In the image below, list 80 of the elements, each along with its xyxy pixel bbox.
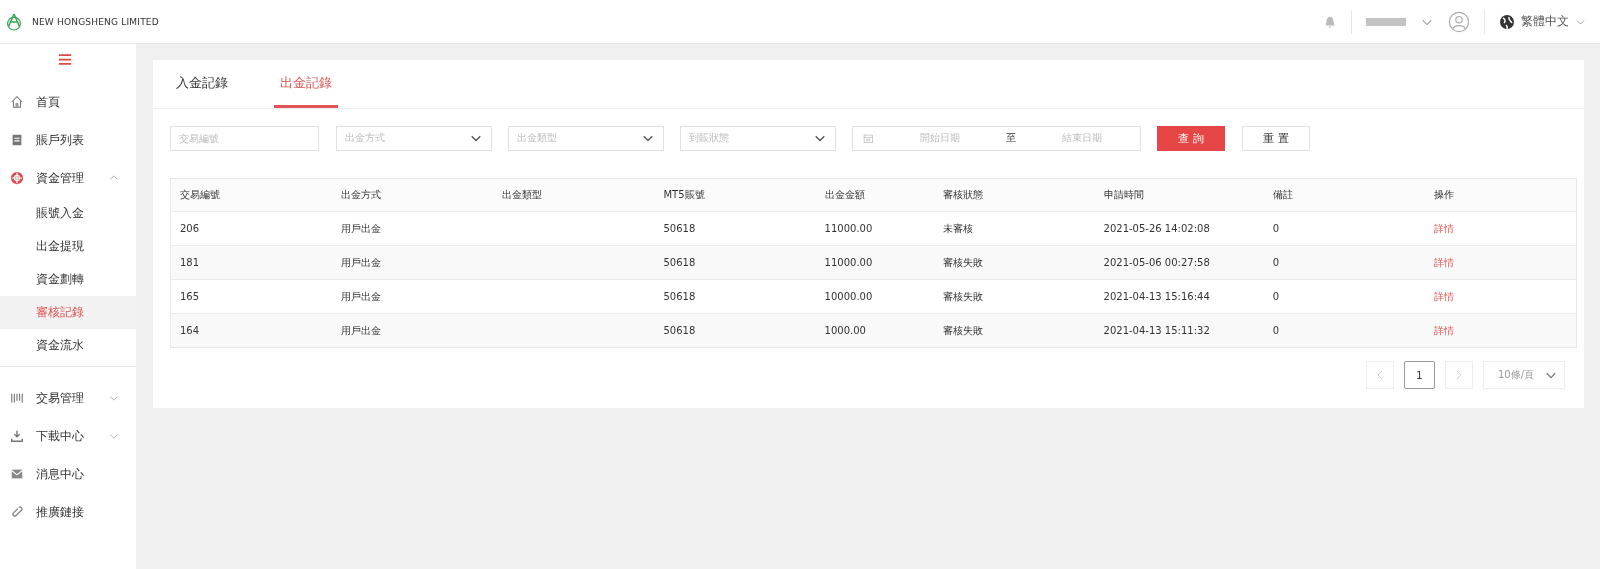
table-cell-text: 11000.00 (823, 257, 873, 268)
column-header: 審核狀態 (942, 188, 984, 202)
logo-icon (6, 11, 22, 32)
tab[interactable]: 入金記錄 (170, 60, 234, 108)
sidebar-item[interactable]: 首頁 (0, 83, 136, 121)
page-size-value: 10條/頁 (1498, 368, 1535, 382)
table-cell-text: 用戶出金 (340, 255, 382, 270)
blurred-username (1366, 15, 1406, 28)
column-header: 交易編號 (179, 188, 220, 202)
page-button[interactable]: 1 (1404, 361, 1435, 389)
bell-icon[interactable] (1323, 14, 1337, 29)
details-link[interactable]: 詳情 (1433, 324, 1454, 336)
table-cell-text: 164 (179, 325, 200, 336)
column-header: 備註 (1271, 188, 1293, 202)
details-link[interactable]: 詳情 (1433, 222, 1454, 234)
globe-grid-icon (10, 171, 24, 185)
table-cell-text: 50618 (662, 291, 696, 302)
column-header: 出金金額 (823, 188, 865, 202)
table-cell-text: 2021-04-13 15:11:32 (1102, 325, 1210, 336)
document-icon (10, 133, 24, 147)
menu-icon[interactable] (58, 54, 72, 65)
table-cell-text: 1000.00 (823, 325, 866, 336)
table-cell-text: 2021-05-06 00:27:58 (1102, 257, 1210, 268)
search-button[interactable]: 查 詢 (1157, 125, 1225, 151)
sidebar-item[interactable]: 交易管理 (0, 379, 136, 417)
barcode-bars-icon (10, 391, 24, 405)
table-cell-text: 165 (179, 291, 200, 302)
company-name: NEW HONGSHENG LIMITED (32, 16, 159, 27)
table-cell-text: 0 (1271, 325, 1280, 336)
table-cell-text: 0 (1271, 257, 1280, 268)
tab[interactable]: 出金記錄 (274, 60, 338, 108)
table-cell-text: 用戶出金 (340, 221, 382, 236)
user-avatar-icon[interactable] (1448, 10, 1470, 33)
table-cell-text: 審核失敗 (942, 289, 984, 304)
table-cell-text: 審核失敗 (942, 255, 984, 270)
table-cell-text: 206 (179, 223, 200, 234)
table-cell-text: 未審核 (942, 221, 974, 236)
table-cell-text: 10000.00 (823, 291, 873, 302)
table-cell-text: 2021-04-13 15:16:44 (1102, 291, 1210, 302)
table-cell-text: 50618 (662, 325, 696, 336)
reset-button[interactable]: 重 置 (1242, 125, 1310, 151)
sidebar-item[interactable]: 資金管理 (0, 159, 136, 197)
details-link[interactable]: 詳情 (1433, 256, 1454, 268)
chevron-left-icon (1376, 370, 1384, 380)
envelope-icon (10, 467, 24, 481)
table-cell-text: 50618 (662, 257, 696, 268)
column-header: 操作 (1432, 188, 1454, 202)
table-cell-text: 用戶出金 (340, 289, 382, 304)
table-cell-text: 50618 (662, 223, 696, 234)
sidebar-subitem[interactable]: 賬號入金 (0, 197, 136, 230)
table-cell-text: 0 (1271, 291, 1280, 302)
next-page-button[interactable] (1445, 361, 1473, 389)
sidebar-item[interactable]: 下載中心 (0, 417, 136, 455)
column-header: 出金類型 (501, 188, 543, 202)
calendar-icon (863, 132, 874, 144)
language-selector[interactable]: 繁體中文 (1499, 13, 1586, 30)
paperclip-icon (10, 505, 24, 519)
sidebar-subitem[interactable]: 審核記錄 (0, 296, 136, 329)
sidebar-item[interactable]: 推廣鏈接 (0, 493, 136, 531)
table-cell-text: 用戶出金 (340, 323, 382, 338)
home-icon (10, 95, 24, 109)
sidebar-subitem[interactable]: 資金劃轉 (0, 263, 136, 296)
range-separator: 至 (1005, 131, 1016, 145)
sidebar-item[interactable]: 消息中心 (0, 455, 136, 493)
column-header: 出金方式 (340, 188, 382, 202)
chevron-right-icon (1455, 370, 1463, 380)
table-cell-text: 181 (179, 257, 200, 268)
previous-page-button[interactable] (1366, 361, 1394, 389)
sidebar-subitem[interactable]: 資金流水 (0, 329, 136, 362)
table-cell-text: 0 (1271, 223, 1280, 234)
table-cell-text: 審核失敗 (942, 323, 984, 338)
download-icon (10, 429, 24, 443)
table-cell-text: 11000.00 (823, 223, 873, 234)
table-cell-text: 2021-05-26 14:02:08 (1102, 223, 1210, 234)
column-header: MT5賬號 (662, 188, 705, 202)
sidebar-subitem[interactable]: 出金提現 (0, 230, 136, 263)
column-header: 申請時間 (1102, 188, 1144, 202)
details-link[interactable]: 詳情 (1433, 290, 1454, 302)
sidebar-item[interactable]: 賬戶列表 (0, 121, 136, 159)
globe-icon (1499, 13, 1515, 30)
